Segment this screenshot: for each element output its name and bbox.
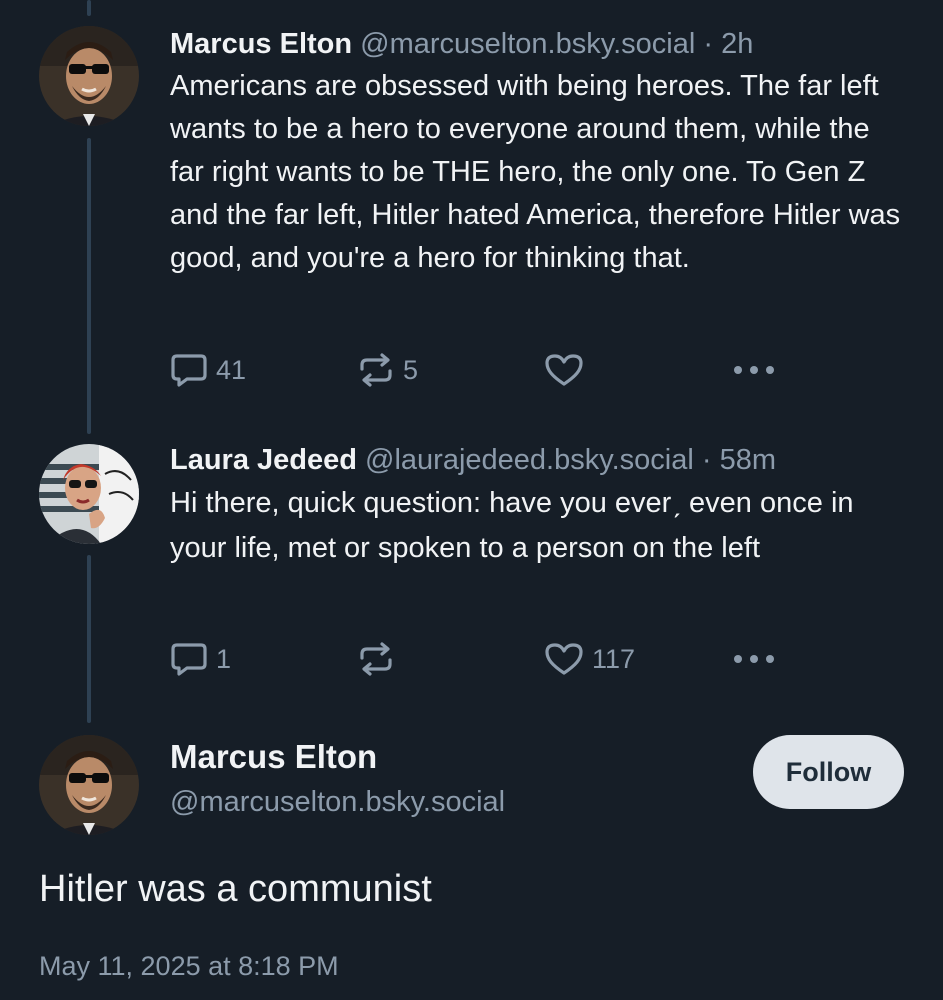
avatar-marcus-main-image — [39, 735, 139, 835]
reply-count: 1 — [216, 643, 232, 674]
post-1-separator: · — [703, 28, 714, 60]
more-button[interactable] — [732, 350, 776, 390]
avatar-laura[interactable] — [39, 444, 139, 544]
avatar-marcus[interactable] — [39, 26, 139, 126]
post-1-author[interactable]: Marcus Elton — [170, 28, 352, 60]
post-1[interactable]: Marcus Elton @marcuselton.bsky.social · … — [170, 26, 903, 280]
reply-count: 41 — [216, 354, 247, 385]
post-2-separator: · — [701, 444, 712, 476]
heart-icon — [545, 354, 583, 386]
avatar-marcus-image — [39, 26, 139, 126]
repost-icon — [360, 353, 392, 387]
repost-count: 5 — [403, 354, 419, 385]
post-1-actions: 41 5 — [170, 350, 790, 390]
post-1-handle[interactable]: @marcuselton.bsky.social — [360, 28, 695, 60]
post-2-text: Hi there, quick question: have you everˏ… — [170, 487, 854, 564]
like-button[interactable] — [544, 350, 592, 390]
thread-line-2 — [87, 555, 91, 723]
reply-icon — [171, 354, 207, 387]
like-count: 117 — [592, 643, 636, 674]
avatar-marcus-main[interactable] — [39, 735, 139, 835]
more-icon — [734, 655, 774, 663]
more-icon — [734, 366, 774, 374]
follow-button[interactable]: Follow — [753, 735, 904, 809]
main-post-text: Hitler was a communist — [39, 868, 432, 910]
repost-button[interactable]: 5 — [357, 350, 418, 390]
post-2-header: Laura Jedeed @laurajedeed.bsky.social · … — [170, 442, 903, 478]
repost-button[interactable] — [357, 639, 403, 679]
post-2-handle[interactable]: @laurajedeed.bsky.social — [365, 444, 694, 476]
post-1-text: Americans are obsessed with being heroes… — [170, 70, 901, 274]
thread-view: Marcus Elton @marcuselton.bsky.social · … — [0, 0, 943, 1000]
like-button[interactable]: 117 — [544, 639, 635, 679]
post-2-time[interactable]: 58m — [720, 444, 776, 476]
main-post-author[interactable]: Marcus Elton — [170, 738, 377, 776]
avatar-laura-image — [39, 444, 139, 544]
post-2-author[interactable]: Laura Jedeed — [170, 444, 357, 476]
heart-icon — [545, 643, 583, 675]
reply-icon — [171, 643, 207, 676]
post-2-actions: 1 117 — [170, 639, 790, 679]
reply-button[interactable]: 41 — [170, 350, 246, 390]
post-2[interactable]: Laura Jedeed @laurajedeed.bsky.social · … — [170, 442, 903, 571]
more-button[interactable] — [732, 639, 776, 679]
post-1-time[interactable]: 2h — [721, 28, 753, 60]
main-post-handle[interactable]: @marcuselton.bsky.social — [170, 786, 505, 819]
thread-line-1 — [87, 138, 91, 434]
main-post-timestamp: May 11, 2025 at 8:18 PM — [39, 951, 339, 981]
repost-icon — [360, 642, 392, 676]
thread-line-top — [87, 0, 91, 16]
reply-button[interactable]: 1 — [170, 639, 231, 679]
post-1-header: Marcus Elton @marcuselton.bsky.social · … — [170, 26, 903, 62]
